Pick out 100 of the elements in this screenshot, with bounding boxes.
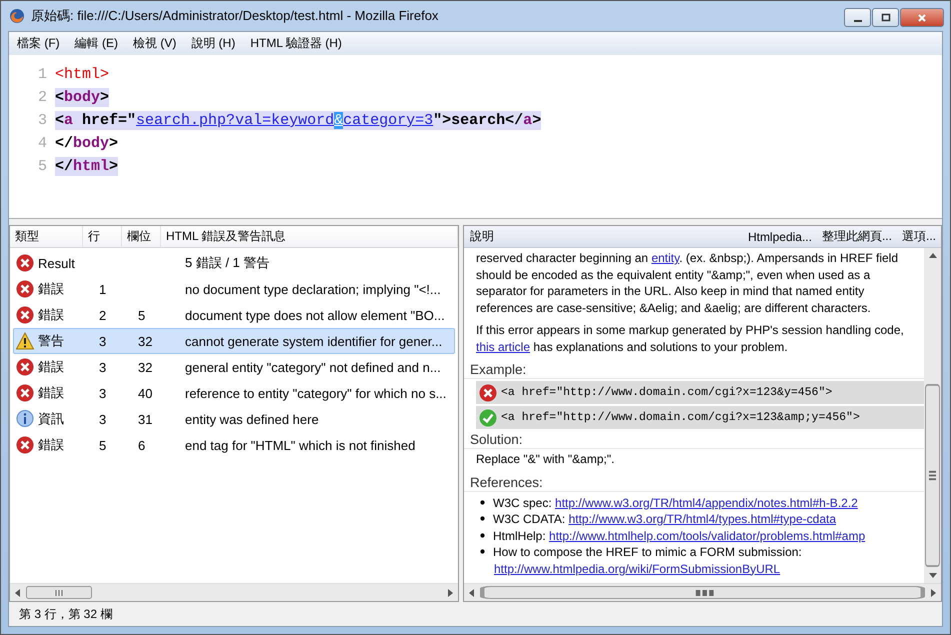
help-paragraph: If this error appears in some markup generated by PHP's session handling code, this article has explanations and solutions to your problem. <box>476 322 905 355</box>
check-icon <box>479 408 497 426</box>
bullet-icon <box>480 532 485 538</box>
link[interactable]: entity <box>651 251 680 265</box>
info-icon <box>16 410 34 428</box>
reference-link[interactable]: http://www.w3.org/TR/html4/appendix/notes.html#h-B.2.2 <box>555 496 858 510</box>
line-cell: 3 <box>99 360 106 374</box>
message-row[interactable]: 錯誤 2 5 document type does not allow element "BO... <box>13 302 455 328</box>
line-number: 3 <box>36 112 48 129</box>
column-cell: 32 <box>138 360 152 374</box>
message-text: no document type declaration; implying "<!... <box>185 282 441 296</box>
section-heading: Solution: <box>464 431 924 449</box>
menu-item[interactable]: 說明 (H) <box>191 35 236 52</box>
vertical-scrollbar[interactable] <box>924 248 941 583</box>
reference-link[interactable]: http://www.htmlpedia.org/wiki/FormSubmissionByURL <box>494 562 780 576</box>
browser-logo-icon <box>9 8 25 24</box>
line-number: 4 <box>36 135 48 152</box>
message-text: general entity "category" not defined and n... <box>185 360 441 374</box>
line-cell: 5 <box>99 438 106 452</box>
error-icon <box>479 384 497 402</box>
scroll-thumb[interactable] <box>26 586 92 599</box>
reference-label: HtmlHelp: <box>493 528 547 542</box>
message-row[interactable]: 錯誤 3 32 general entity "category" not defined and n... <box>13 354 455 380</box>
column-header[interactable]: 欄位 <box>122 226 161 247</box>
error-icon <box>16 254 34 272</box>
scroll-thumb[interactable] <box>480 586 925 599</box>
line-cell: 1 <box>99 282 106 296</box>
column-cell: 5 <box>138 308 146 322</box>
error-icon <box>16 436 34 454</box>
message-text: cannot generate system identifier for gener... <box>185 334 442 348</box>
solution-text: Replace "&" with "&amp;". <box>476 451 616 468</box>
toolbar-button[interactable]: 選項... <box>898 228 939 245</box>
minimize-icon <box>854 20 862 22</box>
message-type: Result <box>38 256 75 270</box>
code-line: <html> <box>55 65 110 84</box>
column-header[interactable]: HTML 錯誤及警告訊息 <box>161 226 458 247</box>
reference-label: W3C CDATA: <box>493 512 566 526</box>
message-type: 錯誤 <box>38 358 64 376</box>
reference-link[interactable]: http://www.w3.org/TR/html4/types.html#type-cdata <box>568 512 836 526</box>
column-header[interactable]: 類型 <box>10 226 83 247</box>
help-paragraph: reserved character beginning an entity. (ex. &nbsp;). Ampersands in HREF field should be encoded as the equivalent entity "&amp;", even when used as a separator for parameters in the URL. Also keep in mind that named entity references are case-sensitive; &Aelig; and &aelig; are different characters. <box>476 250 900 316</box>
help-title: 說明 <box>470 228 495 245</box>
message-row[interactable]: 資訊 3 31 entity was defined here <box>13 406 455 432</box>
message-text: 5 錯誤 / 1 警告 <box>185 254 270 272</box>
line-number: 5 <box>36 158 48 175</box>
message-row[interactable]: 錯誤 3 40 reference to entity "category" for which no s... <box>13 380 455 406</box>
message-type: 錯誤 <box>38 306 64 324</box>
column-cell: 31 <box>138 412 152 426</box>
window-title: 原始碼: file:///C:/Users/Administrator/Desktop/test.html - Mozilla Firefox <box>31 7 440 25</box>
example-code: <a href="http://www.domain.com/cgi?x=123&amp;y=456"> <box>501 411 860 424</box>
bullet-icon <box>480 549 485 554</box>
menu-item[interactable]: 檢視 (V) <box>133 35 176 52</box>
link[interactable]: this article <box>476 340 530 354</box>
message-type: 錯誤 <box>38 436 64 454</box>
menu-item[interactable]: 編輯 (E) <box>74 35 118 52</box>
line-cell: 3 <box>99 412 106 426</box>
column-cell: 32 <box>138 334 152 348</box>
message-text: end tag for "HTML" which is not finished <box>185 438 416 452</box>
message-row[interactable]: Result 5 錯誤 / 1 警告 <box>13 250 455 276</box>
error-icon <box>16 306 34 324</box>
maximize-button[interactable] <box>872 8 899 27</box>
message-type: 錯誤 <box>38 384 64 402</box>
horizontal-scrollbar[interactable] <box>10 583 458 601</box>
menu-item[interactable]: 檔案 (F) <box>17 35 60 52</box>
scroll-thumb[interactable] <box>925 384 940 567</box>
line-number: 2 <box>36 89 48 106</box>
message-row[interactable]: 錯誤 5 6 end tag for "HTML" which is not finished <box>13 432 455 458</box>
message-row[interactable]: 警告 3 32 cannot generate system identifier for gener... <box>13 328 455 354</box>
section-heading: References: <box>464 474 924 492</box>
toolbar-button[interactable]: Htmlpedia... <box>744 230 815 244</box>
reference-link[interactable]: http://www.htmlhelp.com/tools/validator/problems.html#amp <box>549 528 866 542</box>
close-icon <box>917 12 927 22</box>
column-cell: 6 <box>138 438 146 452</box>
example-code: <a href="http://www.domain.com/cgi?x=123&y=456"> <box>501 386 832 399</box>
line-cell: 3 <box>99 334 106 348</box>
reference-label: How to compose the HREF to mimic a FORM submission: <box>493 545 802 559</box>
maximize-icon <box>880 12 890 22</box>
message-row[interactable]: 錯誤 1 no document type declaration; implying "<!... <box>13 276 455 302</box>
bullet-icon <box>480 500 485 505</box>
message-type: 錯誤 <box>38 280 64 298</box>
line-cell: 2 <box>99 308 106 322</box>
toolbar-button[interactable]: 整理此網頁... <box>818 228 895 245</box>
minimize-button[interactable] <box>844 8 871 27</box>
bullet-icon <box>480 516 485 522</box>
warning-icon <box>16 332 34 350</box>
line-number: 1 <box>36 66 48 83</box>
section-heading: Example: <box>464 361 924 379</box>
error-icon <box>16 358 34 376</box>
column-header[interactable]: 行 <box>83 226 122 247</box>
code-line: </body> <box>55 134 118 153</box>
close-button[interactable] <box>900 8 944 27</box>
message-text: document type does not allow element "BO... <box>185 308 445 322</box>
reference-label: W3C spec: <box>493 496 553 510</box>
message-text: entity was defined here <box>185 412 319 426</box>
message-type: 資訊 <box>38 410 64 428</box>
menu-item[interactable]: HTML 驗證器 (H) <box>250 35 342 52</box>
horizontal-scrollbar[interactable] <box>464 583 941 601</box>
message-type: 警告 <box>38 332 64 350</box>
message-text: reference to entity "category" for which no s... <box>185 386 446 400</box>
error-icon <box>16 384 34 402</box>
